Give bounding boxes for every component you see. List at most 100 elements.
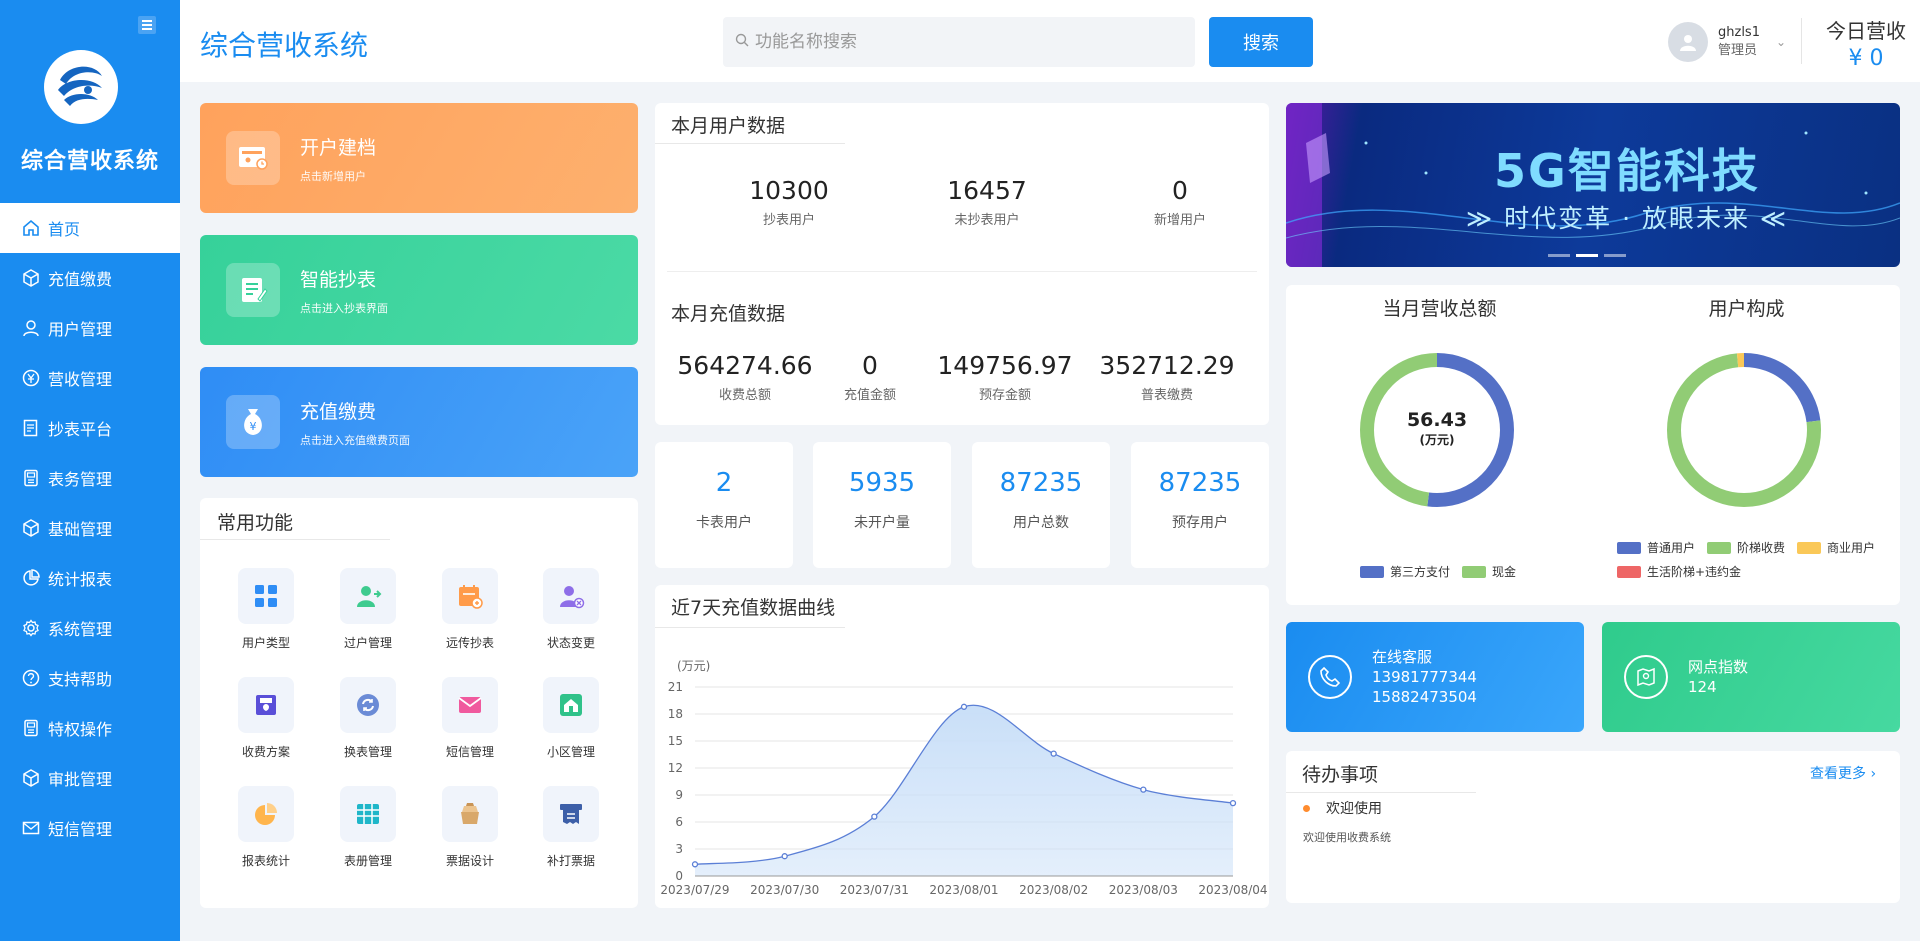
sidebar-item-revenue[interactable]: 营收管理 [0,353,180,403]
service-phone[interactable]: 15882473504 [1372,687,1477,707]
promo-banner[interactable]: 5G智能科技 ≫ 时代变革 · 放眼未来 ≪ [1286,103,1900,267]
sidebar-item-recharge[interactable]: 充值缴费 [0,253,180,303]
func-status-change[interactable]: 状态变更 [526,568,616,651]
func-reprint-invoice[interactable]: 补打票据 [526,786,616,869]
func-meter-book[interactable]: 表册管理 [323,786,413,869]
divider [200,539,390,540]
user-menu[interactable]: ghzls1 管理员 ⌄ [1668,22,1786,62]
bullet-icon [1303,804,1310,812]
sidebar: 综合营收系统 首页 充值缴费 用户管理 营收管理 抄表平台 表务管理 基础管理 … [0,0,180,941]
func-remote-reading[interactable]: 远传抄表 [425,568,515,651]
legend-item[interactable]: 第三方支付 [1360,563,1450,580]
legend-swatch [1617,565,1641,578]
online-service-card[interactable]: 在线客服 13981777344 15882473504 [1286,622,1584,732]
sidebar-item-basic[interactable]: 基础管理 [0,503,180,553]
func-user-type[interactable]: 用户类型 [221,568,311,651]
action-card-smart-reading[interactable]: 智能抄表 点击进入抄表界面 [200,235,638,345]
carousel-dot[interactable] [1576,254,1598,257]
month-data-panel: 本月用户数据 10300 抄表用户 16457 未抄表用户 0 新增用户 本月充… [655,103,1269,425]
x-tick-label: 2023/07/31 [840,883,909,897]
legend-label: 第三方支付 [1390,565,1451,579]
home-icon [20,217,42,239]
data-point [1140,786,1147,793]
sidebar-item-reports[interactable]: 统计报表 [0,553,180,603]
data-point [871,813,878,820]
y-tick-label: 0 [675,869,683,883]
action-subtitle: 点击进入抄表界面 [300,301,388,315]
sidebar-item-meter-reading[interactable]: 抄表平台 [0,403,180,453]
x-tick-label: 2023/07/29 [660,883,729,897]
carousel-dots[interactable] [1548,254,1626,257]
y-tick-label: 3 [675,842,683,856]
action-text: 开户建档 点击新增用户 [300,133,376,184]
x-tick-label: 2023/07/30 [750,883,819,897]
common-functions-panel: 常用功能 用户类型 过户管理 远传抄表 状态变更 收费方案 换表管理 短信管理 … [200,498,638,908]
func-invoice-design[interactable]: 票据设计 [425,786,515,869]
printer-icon [238,677,294,733]
stat-value: 352712.29 [1099,351,1235,380]
legend-swatch [1797,541,1822,554]
receipt-icon [543,786,599,842]
today-revenue-label: 今日营收 [1826,19,1906,43]
func-label: 短信管理 [445,745,494,759]
search-icon [735,32,749,52]
sidebar-item-label: 系统管理 [48,620,113,639]
sidebar-item-meter-service[interactable]: 表务管理 [0,453,180,503]
series-area [695,705,1233,876]
legend-item[interactable]: 商业用户 [1797,539,1875,556]
sidebar-item-privilege[interactable]: 特权操作 [0,703,180,753]
house-icon [543,677,599,733]
action-card-recharge[interactable]: ¥ 充值缴费 点击进入充值缴费页面 [200,367,638,477]
carousel-dot[interactable] [1548,254,1570,257]
carousel-dot[interactable] [1604,254,1626,257]
func-sms[interactable]: 短信管理 [425,677,515,760]
stat-label: 普表缴费 [1140,388,1193,403]
stat-label: 充值金额 [843,388,896,403]
doc-icon [20,417,42,439]
sidebar-item-label: 营收管理 [48,370,113,389]
legend-item[interactable]: 生活阶梯+违约金 [1617,563,1741,580]
func-fee-plan[interactable]: 收费方案 [221,677,311,760]
recharge-chart-panel: 近7天充值数据曲线 (万元) 0 3 6 9 12 15 18 21 2023/07/29 2023… [655,585,1269,908]
func-label: 远传抄表 [445,636,494,650]
sidebar-item-users[interactable]: 用户管理 [0,303,180,353]
action-title: 充值缴费 [300,400,377,423]
meter-icon [20,717,42,739]
search-input[interactable] [755,32,1175,52]
sidebar-item-help[interactable]: 支持帮助 [0,653,180,703]
service-phone[interactable]: 13981777344 [1372,667,1477,687]
stat-meter-read-users: 10300 抄表用户 [719,176,859,228]
stat-value: 564274.66 [677,351,813,380]
todo-item[interactable]: 欢迎使用 [1303,798,1382,818]
table-icon [340,786,396,842]
view-more-link[interactable]: 查看更多 › [1810,763,1876,783]
action-card-open-account[interactable]: 开户建档 点击新增用户 [200,103,638,213]
todo-item-title: 欢迎使用 [1326,801,1382,817]
func-transfer[interactable]: 过户管理 [323,568,413,651]
legend-label: 现金 [1492,565,1517,579]
mini-stat-unopened: 5935 未开户量 [813,442,951,568]
legend-item[interactable]: 现金 [1462,563,1516,580]
user-donut-chart [1667,353,1821,507]
func-meter-replace[interactable]: 换表管理 [323,677,413,760]
network-index-card[interactable]: 网点指数 124 [1602,622,1900,732]
func-report-stats[interactable]: 报表统计 [221,786,311,869]
legend-item[interactable]: 普通用户 [1617,539,1695,556]
pie-icon [20,567,42,589]
func-label: 换表管理 [343,745,392,759]
chevron-right-icon: › [1870,766,1877,782]
func-community[interactable]: 小区管理 [526,677,616,760]
func-label: 补打票据 [546,854,595,868]
sidebar-item-home[interactable]: 首页 [0,203,180,253]
sidebar-item-approval[interactable]: 审批管理 [0,753,180,803]
stat-new-users: 0 新增用户 [1110,176,1250,228]
sidebar-item-label: 用户管理 [48,320,113,339]
user-transfer-icon [340,568,396,624]
menu-collapse-icon[interactable] [138,16,156,34]
stat-label: 新增用户 [1153,213,1206,228]
y-tick-label: 9 [675,788,683,802]
search-button[interactable]: 搜索 [1209,17,1313,67]
sidebar-item-sms[interactable]: 短信管理 [0,803,180,853]
sidebar-item-system[interactable]: 系统管理 [0,603,180,653]
legend-item[interactable]: 阶梯收费 [1707,539,1785,556]
